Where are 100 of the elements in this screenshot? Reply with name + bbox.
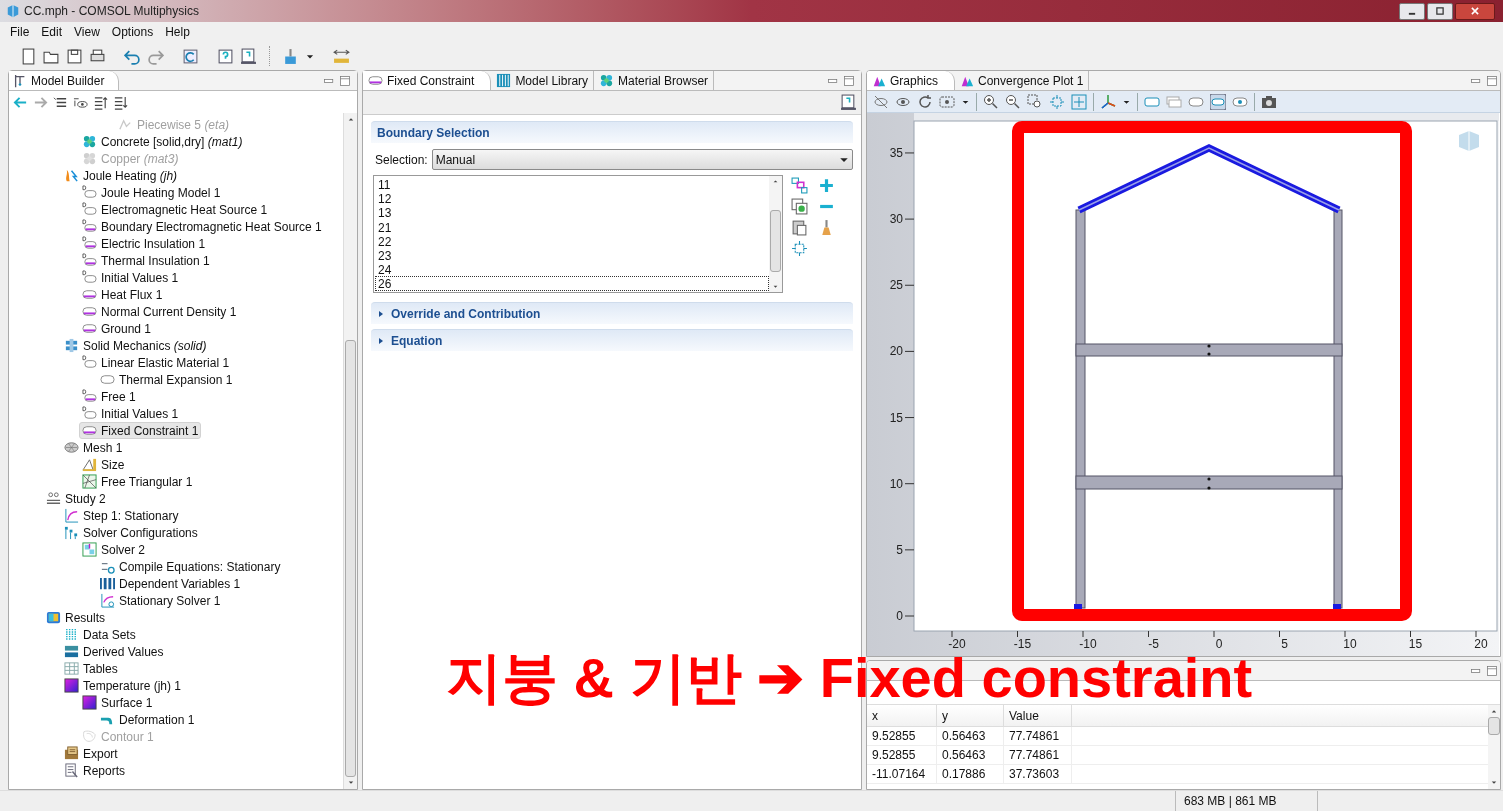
tree-item[interactable]: Size	[79, 456, 128, 473]
paste-icon[interactable]	[791, 219, 808, 236]
tree-item[interactable]: Step 1: Stationary	[61, 507, 182, 524]
hide-icon[interactable]	[873, 93, 889, 110]
maximize-icon[interactable]	[1486, 664, 1498, 677]
tree-item[interactable]: Mesh 1	[61, 439, 126, 456]
zoom-in-icon[interactable]	[983, 93, 999, 110]
menu-item[interactable]: Options	[105, 23, 160, 41]
rebuild-icon[interactable]	[182, 47, 199, 65]
tree-item[interactable]: Thermal Expansion 1	[97, 371, 236, 388]
tree-item[interactable]: Free 1	[79, 388, 139, 405]
list-item[interactable]: 11	[375, 177, 769, 192]
new-file-icon[interactable]	[20, 47, 37, 65]
menu-item[interactable]: View	[68, 23, 106, 41]
tree-item[interactable]: Fixed Constraint 1	[79, 422, 202, 439]
menu-item[interactable]: File	[4, 23, 36, 41]
tree-item[interactable]: Joule Heating (jh)	[61, 167, 181, 184]
list-item[interactable]: 22	[375, 233, 769, 248]
select-edge-icon[interactable]	[1166, 93, 1182, 110]
minimize-button[interactable]	[1399, 2, 1425, 20]
tree-item[interactable]: Study 2	[43, 490, 109, 507]
scrollbar[interactable]	[769, 176, 782, 292]
zoom-selection-icon[interactable]	[791, 240, 808, 257]
list-item[interactable]: 23	[375, 247, 769, 263]
tree-item[interactable]: Export	[61, 745, 121, 762]
copy-add-icon[interactable]	[791, 198, 808, 215]
boundary-mode-icon[interactable]	[1210, 93, 1226, 110]
axes-icon[interactable]	[1100, 93, 1116, 110]
maximize-icon[interactable]	[339, 74, 351, 87]
tree-item[interactable]: Tables	[61, 660, 121, 677]
maximize-button[interactable]	[1427, 2, 1453, 20]
tree-item[interactable]: Initial Values 1	[79, 405, 182, 422]
tree-item[interactable]: Electric Insulation 1	[79, 235, 209, 252]
tree-item[interactable]: Electromagnetic Heat Source 1	[79, 201, 271, 218]
list-item[interactable]: 12	[375, 191, 769, 206]
tree-item[interactable]: Joule Heating Model 1	[79, 184, 224, 201]
tree-item[interactable]: Initial Values 1	[79, 269, 182, 286]
panel-tab[interactable]: Fixed Constraint	[363, 71, 492, 90]
tree-item[interactable]: Solver 2	[79, 541, 149, 558]
section-header[interactable]: Override and Contribution	[371, 302, 853, 324]
tree-item[interactable]: Results	[43, 609, 108, 626]
scroll-thumb[interactable]	[1488, 717, 1500, 735]
tree-item[interactable]: Ground 1	[79, 320, 155, 337]
collapse-icon[interactable]	[93, 94, 108, 110]
scroll-thumb[interactable]	[345, 340, 356, 777]
tree-item[interactable]: Temperature (jh) 1	[61, 677, 185, 694]
section-header[interactable]: Equation	[371, 329, 853, 351]
tree-item[interactable]: Normal Current Density 1	[79, 303, 240, 320]
list-item[interactable]: 26	[375, 276, 769, 291]
tree-item[interactable]: Reports	[61, 762, 129, 779]
selection-list[interactable]: 11 12 13 21 22 23 24 26	[373, 175, 783, 293]
column-header[interactable]: y	[937, 705, 1004, 726]
scroll-thumb[interactable]	[770, 210, 781, 272]
menu-item[interactable]: Help	[159, 23, 196, 41]
maximize-icon[interactable]	[843, 74, 855, 87]
view-icon[interactable]	[939, 93, 955, 110]
help-icon[interactable]	[217, 47, 234, 65]
zoom-selected-icon[interactable]	[1049, 93, 1065, 110]
help-book-icon[interactable]	[240, 47, 257, 65]
scrollbar[interactable]	[343, 113, 357, 789]
tree-item[interactable]: Thermal Insulation 1	[79, 252, 213, 269]
list-item[interactable]: 13	[375, 205, 769, 220]
selection-dropdown[interactable]: Manual	[431, 149, 853, 170]
zoom-out-icon[interactable]	[1005, 93, 1021, 110]
camera-icon[interactable]	[1261, 93, 1277, 110]
zoom-extents-icon[interactable]	[1071, 93, 1087, 110]
tree-item[interactable]: Solid Mechanics (solid)	[61, 337, 210, 354]
tree-item[interactable]: Free Triangular 1	[79, 473, 196, 490]
close-button[interactable]	[1455, 2, 1495, 20]
refresh-icon[interactable]	[917, 93, 933, 110]
help-book-icon[interactable]	[840, 94, 857, 111]
maximize-icon[interactable]	[1486, 74, 1498, 87]
list-item[interactable]: 24	[375, 262, 769, 277]
column-header[interactable]: x	[867, 705, 937, 726]
tree-item[interactable]: Compile Equations: Stationary	[97, 558, 284, 575]
tree-item[interactable]: Deformation 1	[97, 711, 198, 728]
panel-tab[interactable]: Graphics	[867, 71, 956, 90]
tree-item[interactable]: Linear Elastic Material 1	[79, 354, 233, 371]
tree-item[interactable]: Surface 1	[79, 694, 156, 711]
tree-item[interactable]: Concrete [solid,dry] (mat1)	[79, 133, 246, 150]
scrollbar[interactable]	[1488, 705, 1500, 789]
tree-item[interactable]: Heat Flux 1	[79, 286, 166, 303]
select-objects-icon[interactable]	[791, 177, 808, 194]
tree-item[interactable]: Data Sets	[61, 626, 139, 643]
expand-icon[interactable]	[113, 94, 128, 110]
save-icon[interactable]	[66, 47, 83, 65]
list-icon[interactable]	[53, 94, 68, 110]
column-header[interactable]: Value	[1004, 705, 1072, 726]
add-icon[interactable]	[818, 177, 835, 194]
panel-tab[interactable]: Model Builder	[9, 71, 120, 90]
ruler-icon[interactable]	[333, 47, 350, 65]
section-header[interactable]: Boundary Selection	[371, 121, 853, 143]
tree-item[interactable]: Dependent Variables 1	[97, 575, 244, 592]
list-item[interactable]: 21	[375, 219, 769, 234]
tree-item[interactable]: Derived Values	[61, 643, 167, 660]
menu-item[interactable]: Edit	[35, 23, 69, 41]
brush-icon[interactable]	[282, 47, 299, 65]
tree-item[interactable]: Solver Configurations	[61, 524, 201, 541]
tree-item[interactable]: Stationary Solver 1	[97, 592, 224, 609]
tree-item[interactable]: Boundary Electromagnetic Heat Source 1	[79, 218, 325, 235]
